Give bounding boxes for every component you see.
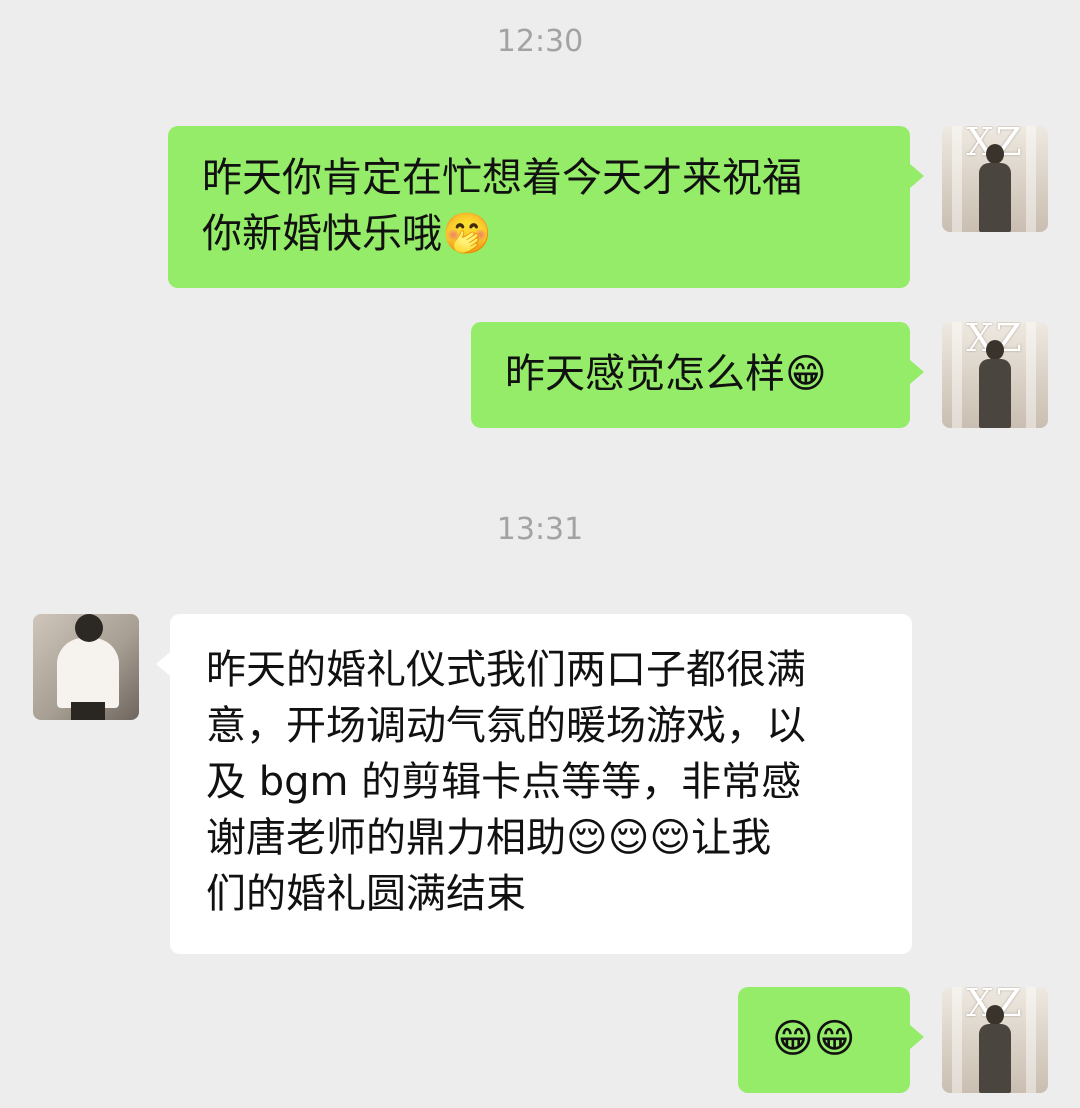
avatar-figure — [979, 163, 1011, 232]
message-bubble-other[interactable]: 昨天的婚礼仪式我们两口子都很满 意，开场调动气氛的暖场游戏，以 及 bgm 的剪… — [156, 614, 912, 954]
avatar-figure — [57, 638, 119, 708]
avatar-figure — [986, 144, 1004, 164]
message-bubble-self[interactable]: 😁😁 — [738, 987, 924, 1093]
self-avatar[interactable]: XZ — [942, 987, 1048, 1093]
message-text: 😁😁 — [772, 1016, 856, 1062]
avatar-figure — [71, 702, 105, 720]
avatar-figure — [75, 614, 103, 642]
message-bubble-self[interactable]: 昨天感觉怎么样😁 — [471, 322, 924, 428]
self-avatar[interactable]: XZ — [942, 126, 1048, 232]
avatar-figure — [986, 340, 1004, 360]
avatar-figure — [986, 1005, 1004, 1025]
contact-avatar[interactable] — [33, 614, 139, 720]
self-avatar[interactable]: XZ — [942, 322, 1048, 428]
message-bubble-self[interactable]: 昨天你肯定在忙想着今天才来祝福 你新婚快乐哦🤭 — [168, 126, 924, 288]
timestamp: 13:31 — [496, 512, 584, 547]
chat-view: 12:30 昨天你肯定在忙想着今天才来祝福 你新婚快乐哦🤭 XZ 昨天感觉怎么样… — [0, 0, 1080, 1108]
avatar-figure — [979, 1024, 1011, 1093]
message-text: 昨天的婚礼仪式我们两口子都很满 意，开场调动气氛的暖场游戏，以 及 bgm 的剪… — [206, 647, 806, 917]
message-text: 昨天你肯定在忙想着今天才来祝福 你新婚快乐哦🤭 — [202, 155, 802, 257]
timestamp: 12:30 — [496, 24, 584, 59]
message-text: 昨天感觉怎么样😁 — [505, 351, 827, 397]
avatar-figure — [979, 359, 1011, 428]
